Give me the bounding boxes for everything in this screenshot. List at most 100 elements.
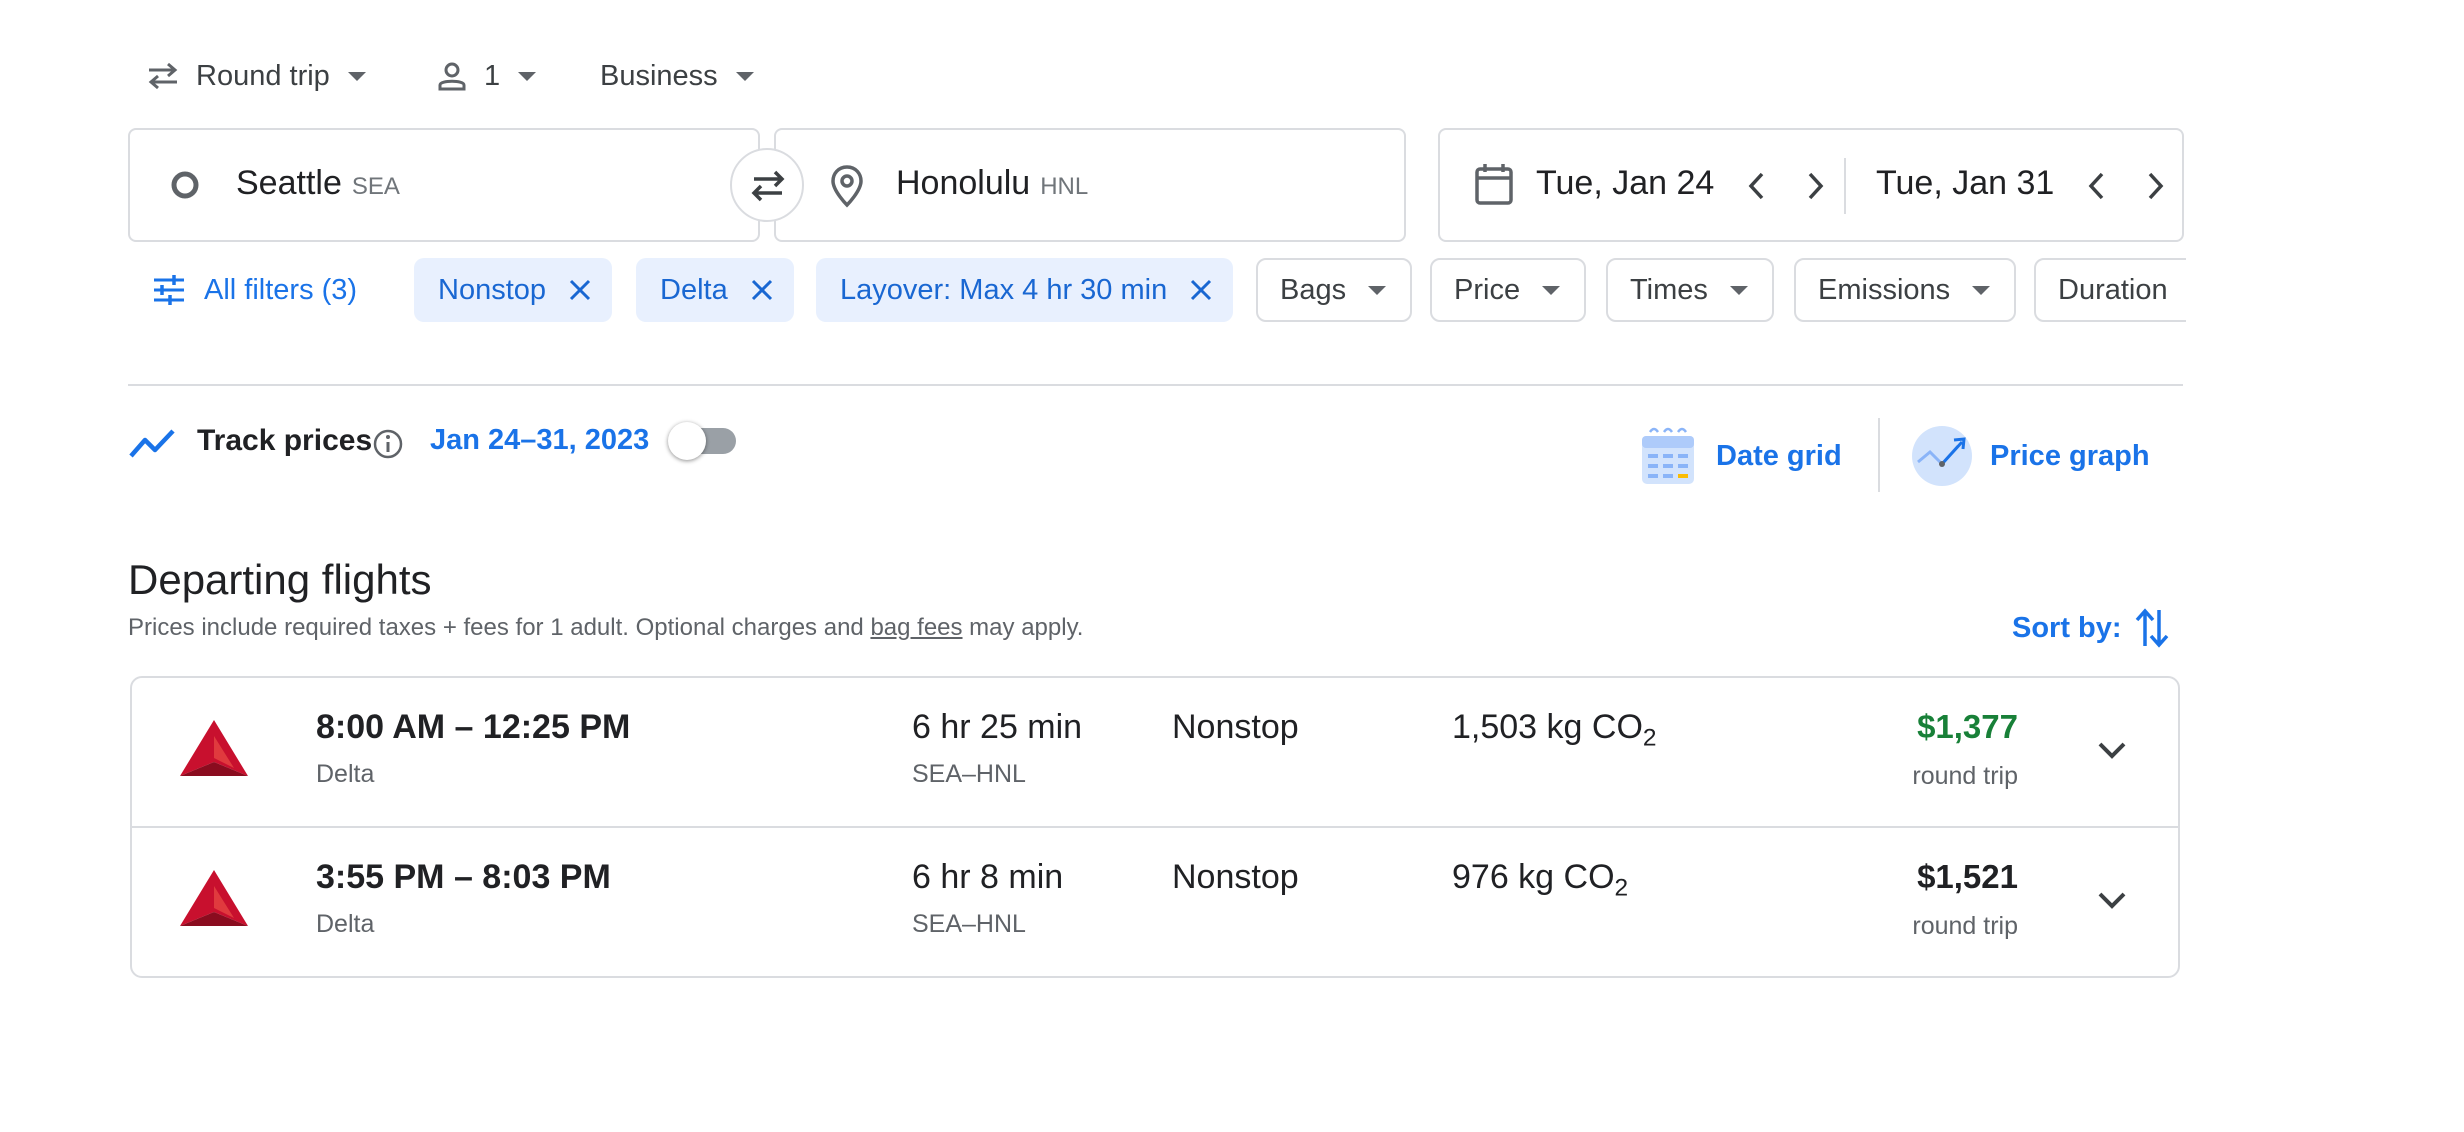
price-note-text: Prices include required taxes + fees for…: [128, 614, 871, 641]
passengers-count: 1: [484, 59, 501, 92]
origin-value: Seattle SEA: [236, 164, 400, 203]
destination-city: Honolulu: [896, 164, 1031, 202]
origin-code: SEA: [351, 173, 400, 200]
chevron-right-icon[interactable]: [2140, 168, 2170, 204]
chevron-down-icon: [1368, 285, 1387, 295]
flight-results-list: 8:00 AM – 12:25 PM Delta 6 hr 25 min SEA…: [130, 676, 2180, 978]
filter-chip-delta[interactable]: Delta: [636, 258, 794, 322]
emissions-subscript: 2: [1614, 874, 1629, 902]
origin-circle-icon: [171, 171, 199, 199]
chevron-right-icon[interactable]: [1800, 168, 1830, 204]
view-divider: [1878, 418, 1880, 492]
chevron-left-icon[interactable]: [2082, 168, 2112, 204]
flight-route: SEA–HNL: [912, 760, 1026, 788]
filter-dropdown-bags[interactable]: Bags: [1256, 258, 1413, 322]
date-divider: [1844, 158, 1846, 214]
chevron-down-icon: [735, 71, 754, 81]
flight-emissions: 1,503 kg CO2: [1452, 708, 1657, 752]
chevron-down-icon: [1542, 285, 1561, 295]
chip-label: Emissions: [1818, 273, 1951, 306]
info-icon[interactable]: [372, 428, 404, 460]
chevron-down-icon: [518, 71, 537, 81]
sort-arrows-icon: [2135, 608, 2168, 648]
filter-chip-clip: Duration: [2034, 258, 2186, 322]
flight-row[interactable]: 3:55 PM – 8:03 PM Delta 6 hr 8 min SEA–H…: [132, 828, 2178, 976]
chevron-left-icon[interactable]: [1742, 168, 1772, 204]
price-graph-label: Price graph: [1990, 439, 2150, 472]
chip-label: Delta: [660, 273, 728, 306]
flight-emissions: 976 kg CO2: [1452, 858, 1628, 902]
chevron-down-icon: [1729, 285, 1748, 295]
flight-price: $1,521: [1917, 858, 2018, 895]
flight-stops: Nonstop: [1172, 708, 1299, 746]
chevron-down-icon[interactable]: [2094, 732, 2130, 768]
filter-chip-nonstop[interactable]: Nonstop: [414, 258, 613, 322]
airline-name: Delta: [316, 760, 375, 788]
track-prices-dates: Jan 24–31, 2023: [430, 424, 650, 456]
trending-up-icon: [129, 429, 175, 458]
filter-dropdown-times[interactable]: Times: [1606, 258, 1774, 322]
bag-fees-link[interactable]: bag fees: [870, 614, 962, 641]
flight-times: 8:00 AM – 12:25 PM: [316, 708, 631, 746]
person-icon: [438, 62, 466, 91]
flight-row[interactable]: 8:00 AM – 12:25 PM Delta 6 hr 25 min SEA…: [132, 678, 2178, 826]
cabin-class-label: Business: [600, 59, 718, 92]
close-icon[interactable]: [1189, 278, 1213, 302]
destination-field[interactable]: Honolulu HNL: [774, 128, 1406, 242]
flight-stops: Nonstop: [1172, 858, 1299, 896]
chip-label: Nonstop: [438, 273, 547, 306]
close-icon[interactable]: [568, 278, 592, 302]
chip-label: Layover: Max 4 hr 30 min: [840, 273, 1168, 306]
flight-route: SEA–HNL: [912, 910, 1026, 938]
close-icon[interactable]: [750, 278, 774, 302]
price-note-suffix: may apply.: [962, 614, 1084, 641]
emissions-value: 976 kg CO: [1452, 858, 1615, 896]
date-grid-button[interactable]: Date grid: [1640, 424, 1842, 488]
emissions-subscript: 2: [1642, 724, 1657, 752]
chip-label: Bags: [1280, 273, 1347, 306]
passengers-select[interactable]: 1: [436, 44, 537, 108]
filter-sliders-icon: [154, 275, 184, 305]
depart-date[interactable]: Tue, Jan 24: [1536, 164, 1714, 203]
chevron-down-icon[interactable]: [2094, 882, 2130, 918]
flight-duration: 6 hr 25 min: [912, 708, 1083, 746]
flight-price: $1,377: [1917, 708, 2018, 745]
trip-type-select[interactable]: Round trip: [146, 44, 366, 108]
return-date[interactable]: Tue, Jan 31: [1876, 164, 2054, 203]
trip-type-label: Round trip: [196, 59, 330, 92]
destination-value: Honolulu HNL: [896, 164, 1088, 203]
delta-logo: [180, 720, 248, 776]
filter-chip-layover[interactable]: Layover: Max 4 hr 30 min: [816, 258, 1234, 322]
swap-locations-button[interactable]: [730, 148, 804, 222]
chevron-down-icon: [347, 71, 366, 81]
price-note: Prices include required taxes + fees for…: [128, 614, 1083, 642]
cabin-class-select[interactable]: Business: [584, 44, 754, 108]
price-note: round trip: [1912, 762, 2018, 790]
all-filters-label: All filters (3): [204, 273, 358, 306]
airline-name: Delta: [316, 910, 375, 938]
filter-dropdown-emissions[interactable]: Emissions: [1794, 258, 2017, 322]
sort-button[interactable]: Sort by:: [2012, 604, 2170, 652]
all-filters-button[interactable]: All filters (3): [152, 258, 357, 322]
swap-arrows-icon: [751, 170, 785, 202]
price-graph-icon: [1912, 426, 1972, 486]
emissions-value: 1,503 kg CO: [1452, 708, 1643, 746]
price-note: round trip: [1912, 912, 2018, 940]
chip-label: Price: [1454, 273, 1521, 306]
flight-duration: 6 hr 8 min: [912, 858, 1064, 896]
filter-dropdown-duration[interactable]: Duration: [2034, 258, 2186, 322]
date-grid-icon: [1642, 427, 1694, 484]
origin-field[interactable]: Seattle SEA: [128, 128, 760, 242]
date-range-field: Tue, Jan 24 Tue, Jan 31: [1438, 128, 2184, 242]
chip-label: Duration: [2058, 273, 2168, 306]
delta-logo: [180, 870, 248, 926]
calendar-icon: [1475, 164, 1513, 205]
location-pin-icon: [831, 165, 863, 208]
filter-dropdown-price[interactable]: Price: [1430, 258, 1587, 322]
sort-label: Sort by:: [2012, 611, 2122, 644]
swap-arrows-icon: [148, 62, 178, 90]
track-prices-label: Track prices: [197, 424, 373, 457]
toggle-thumb: [668, 422, 706, 460]
price-graph-button[interactable]: Price graph: [1910, 424, 2150, 488]
track-prices-toggle[interactable]: [668, 422, 740, 464]
